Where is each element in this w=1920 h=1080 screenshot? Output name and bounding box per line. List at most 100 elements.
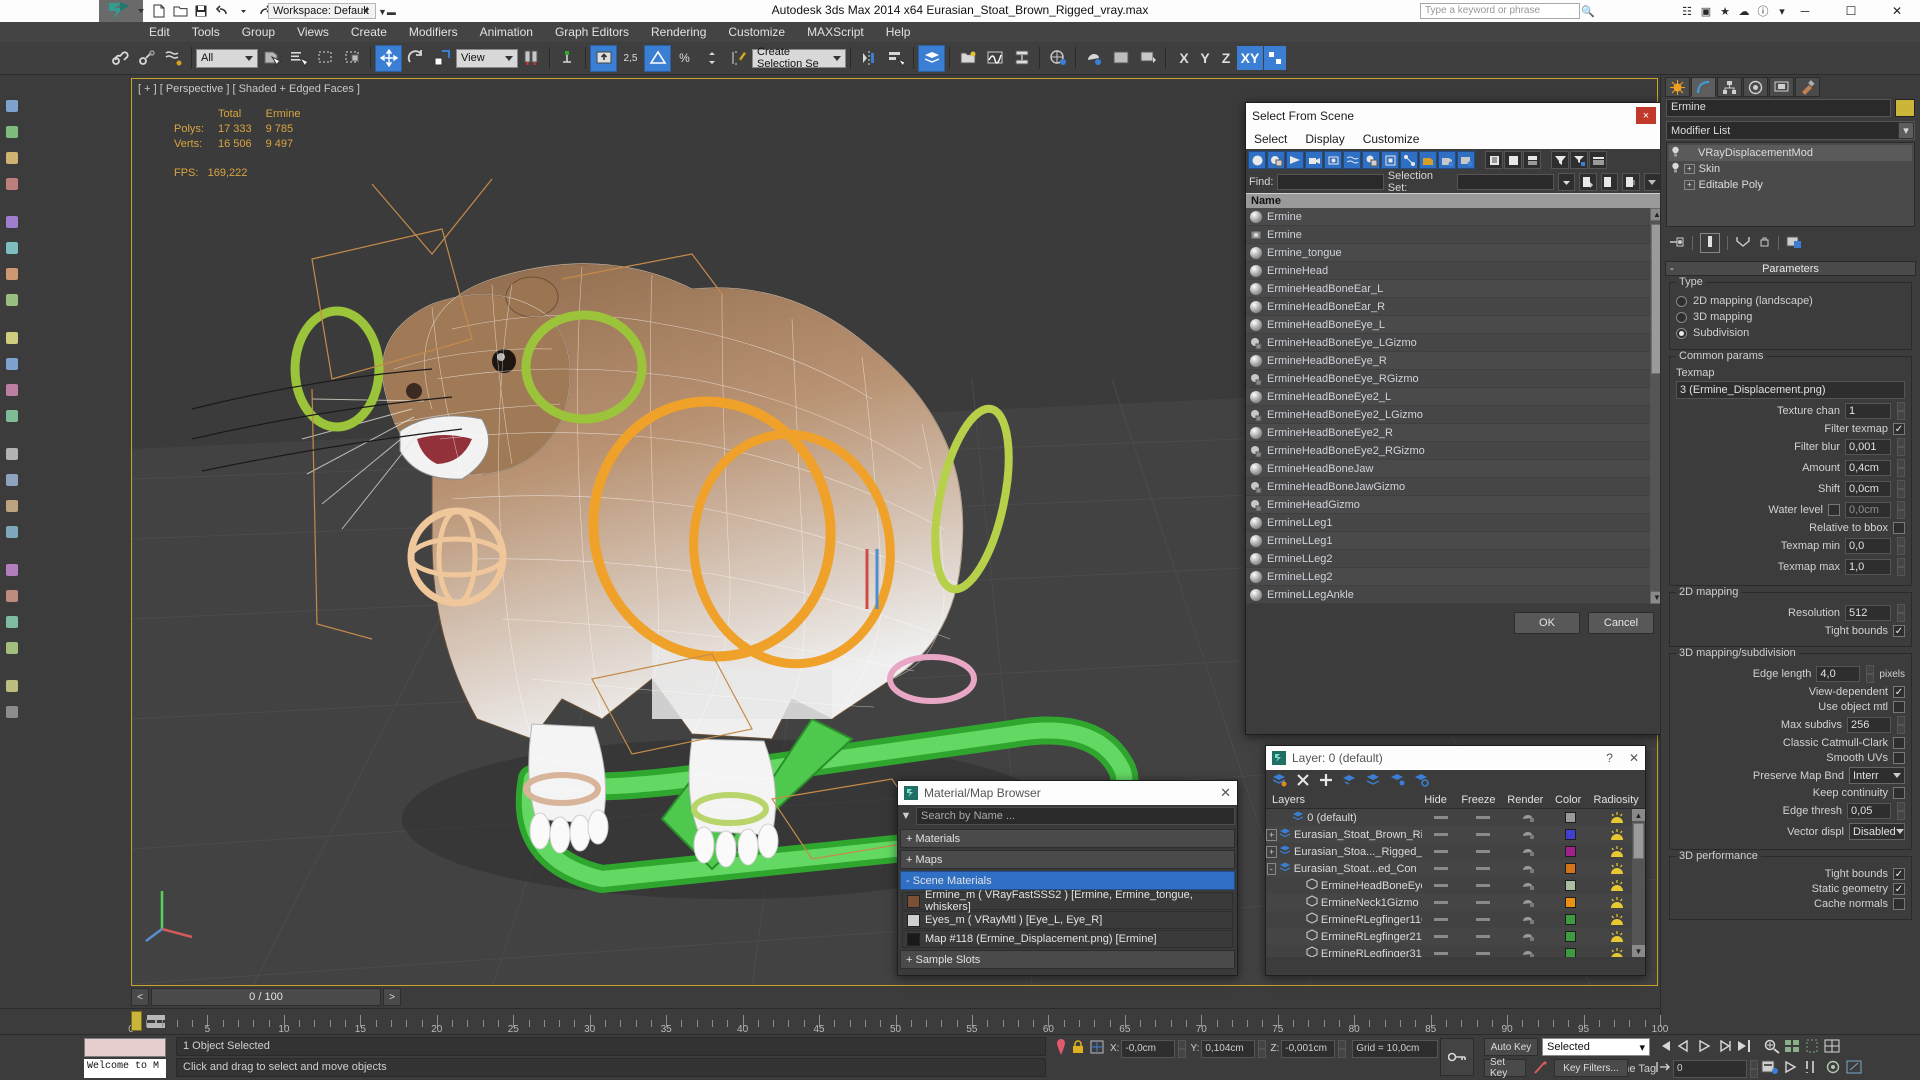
hide-cell[interactable]: [1422, 833, 1461, 836]
scene-list-row[interactable]: ErmineLLegAnkle: [1246, 586, 1664, 604]
create-box-icon[interactable]: [1, 95, 23, 117]
color-cell[interactable]: [1552, 880, 1589, 891]
scene-list-row[interactable]: ErmineHeadGizmo: [1246, 496, 1664, 514]
bind-to-space-warp-icon[interactable]: [160, 45, 187, 72]
light-icon2[interactable]: [1, 611, 23, 633]
scroll-down-arrow-icon[interactable]: ▼: [1632, 945, 1645, 957]
remove-modifier-icon[interactable]: [1758, 235, 1771, 251]
display-children-icon[interactable]: [1485, 151, 1503, 169]
pan-view-icon[interactable]: [1782, 1059, 1800, 1078]
previous-frame-button[interactable]: <: [131, 988, 149, 1006]
schematic-view-icon[interactable]: [1008, 45, 1035, 72]
spinner-snap-icon[interactable]: %: [671, 45, 698, 72]
filter-icon[interactable]: [1551, 151, 1569, 169]
paint-deform-icon[interactable]: [1, 405, 23, 427]
filter-all-icon[interactable]: [1438, 151, 1456, 169]
vector-displ-combo[interactable]: Disabled: [1849, 823, 1905, 840]
show-end-result-icon[interactable]: [1700, 233, 1720, 253]
texmap-min-input[interactable]: 0,0: [1845, 538, 1891, 554]
scene-object-list[interactable]: Ermine Ermine Ermine_tongue ErmineHead Ermin…: [1246, 208, 1664, 604]
type-radio-option[interactable]: 2D mapping (landscape): [1676, 295, 1905, 307]
layer-col-color[interactable]: Color: [1549, 794, 1587, 806]
selection-lock-icon[interactable]: [1072, 1040, 1084, 1057]
axis-constraint-flyout-icon[interactable]: [1264, 46, 1286, 70]
select-highlighted-objects-icon[interactable]: [1366, 772, 1381, 790]
axis-constraint-y[interactable]: Y: [1195, 46, 1215, 70]
favorites-icon[interactable]: ★: [1717, 3, 1733, 19]
maximize-viewport-icon[interactable]: [1845, 1059, 1863, 1078]
filter-shapes-icon[interactable]: [1267, 151, 1285, 169]
use-object-mtl-checkbox[interactable]: [1893, 701, 1905, 713]
light-bulb-icon[interactable]: [1671, 162, 1680, 177]
rendered-frame-window-icon[interactable]: [1107, 45, 1134, 72]
scene-list-row[interactable]: ErmineHeadBoneEye2_LGizmo: [1246, 406, 1664, 424]
hide-cell[interactable]: [1422, 816, 1461, 819]
modifier-stack-item[interactable]: + Editable Poly: [1669, 177, 1912, 193]
maximize-button[interactable]: ☐: [1828, 0, 1874, 22]
scene-list-row[interactable]: ErmineHeadBoneEye2_L: [1246, 388, 1664, 406]
freeze-cell[interactable]: [1461, 952, 1506, 955]
create-plane-icon[interactable]: [1, 237, 23, 259]
expander-icon[interactable]: +: [1266, 828, 1278, 841]
spinner-icon[interactable]: [1897, 716, 1905, 734]
axis-constraint-z[interactable]: Z: [1216, 46, 1236, 70]
layer-row[interactable]: + Eurasian_Stoat_Brown_Rig: [1266, 826, 1645, 843]
soft-selection-icon[interactable]: [1, 469, 23, 491]
minimize-button[interactable]: ─: [1782, 0, 1828, 22]
color-cell[interactable]: [1552, 914, 1589, 925]
select-and-manipulate-icon[interactable]: [554, 45, 581, 72]
scene-list-row[interactable]: ErmineHeadBoneEye_LGizmo: [1246, 334, 1664, 352]
layer-col-hide[interactable]: Hide: [1416, 794, 1456, 806]
object-name-input[interactable]: Ermine: [1666, 99, 1891, 117]
layer-row[interactable]: ErmineHeadBoneEye_L: [1266, 877, 1645, 894]
close-icon[interactable]: ✕: [1629, 751, 1639, 765]
mmb-filter-icon[interactable]: ▼: [898, 810, 914, 822]
reference-coordinate-combo[interactable]: View: [456, 48, 518, 68]
radio-icon[interactable]: [1676, 295, 1687, 307]
filter-helpers-icon[interactable]: [1324, 151, 1342, 169]
expander-icon[interactable]: +: [1684, 180, 1695, 190]
render-cell[interactable]: [1505, 897, 1552, 908]
spinner-icon[interactable]: [1178, 1039, 1187, 1058]
preserve-map-bnd-combo[interactable]: Interr: [1849, 767, 1905, 784]
create-cylinder-icon[interactable]: [1, 147, 23, 169]
layer-row[interactable]: ErmineRLegfinger21Gi: [1266, 928, 1645, 945]
view-dependent-checkbox[interactable]: ✓: [1893, 686, 1905, 698]
auto-key-button[interactable]: Auto Key: [1484, 1038, 1538, 1056]
select-and-link-icon[interactable]: [106, 45, 133, 72]
mmb-group[interactable]: - Scene Materials: [900, 871, 1235, 890]
filter-bones-icon[interactable]: [1400, 151, 1418, 169]
create-new-layer-icon[interactable]: [1272, 772, 1287, 790]
scene-list-row[interactable]: ErmineLLeg1: [1246, 514, 1664, 532]
filter-blur-input[interactable]: 0,001: [1845, 439, 1891, 455]
layer-scrollbar[interactable]: ▲ ▼: [1632, 809, 1645, 957]
radio-icon[interactable]: [1676, 327, 1687, 339]
select-from-scene-dialog[interactable]: Select From Scene × Select Display Customi…: [1245, 102, 1665, 735]
freeze-cell[interactable]: [1461, 935, 1506, 938]
track-bar[interactable]: 0510152025303540455055606570758085909510…: [0, 1008, 1668, 1035]
axis-constraint-x[interactable]: X: [1174, 46, 1194, 70]
select-object-icon[interactable]: [258, 45, 285, 72]
dialog-close-button[interactable]: ×: [1634, 106, 1658, 125]
key-nav-icon[interactable]: [1655, 1060, 1671, 1077]
delete-set-icon[interactable]: [1600, 173, 1619, 191]
next-frame-button[interactable]: >: [383, 988, 401, 1006]
maxscript-mini-listener[interactable]: Welcome to M: [84, 1059, 166, 1078]
menu-item-group[interactable]: Group: [231, 23, 286, 41]
modify-tab[interactable]: [1691, 77, 1716, 97]
create-cone-icon[interactable]: [1, 211, 23, 233]
color-cell[interactable]: [1552, 846, 1589, 857]
render-cell[interactable]: [1505, 931, 1552, 942]
mmb-group-sample-slots[interactable]: + Sample Slots: [900, 950, 1235, 969]
spinner-icon[interactable]: [1258, 1039, 1267, 1058]
time-slider-handle[interactable]: [131, 1011, 142, 1031]
material-editor-icon[interactable]: [1044, 45, 1071, 72]
axis-value-input[interactable]: 0,104cm: [1201, 1039, 1256, 1058]
static-geometry-checkbox[interactable]: ✓: [1893, 883, 1905, 895]
select-by-name-icon[interactable]: [285, 45, 312, 72]
pin-stack-icon[interactable]: [1669, 235, 1685, 252]
align-icon[interactable]: [882, 45, 909, 72]
render-setup-icon[interactable]: [1080, 45, 1107, 72]
play-animation-icon[interactable]: [1695, 1038, 1713, 1057]
create-light-icon[interactable]: [1, 289, 23, 311]
